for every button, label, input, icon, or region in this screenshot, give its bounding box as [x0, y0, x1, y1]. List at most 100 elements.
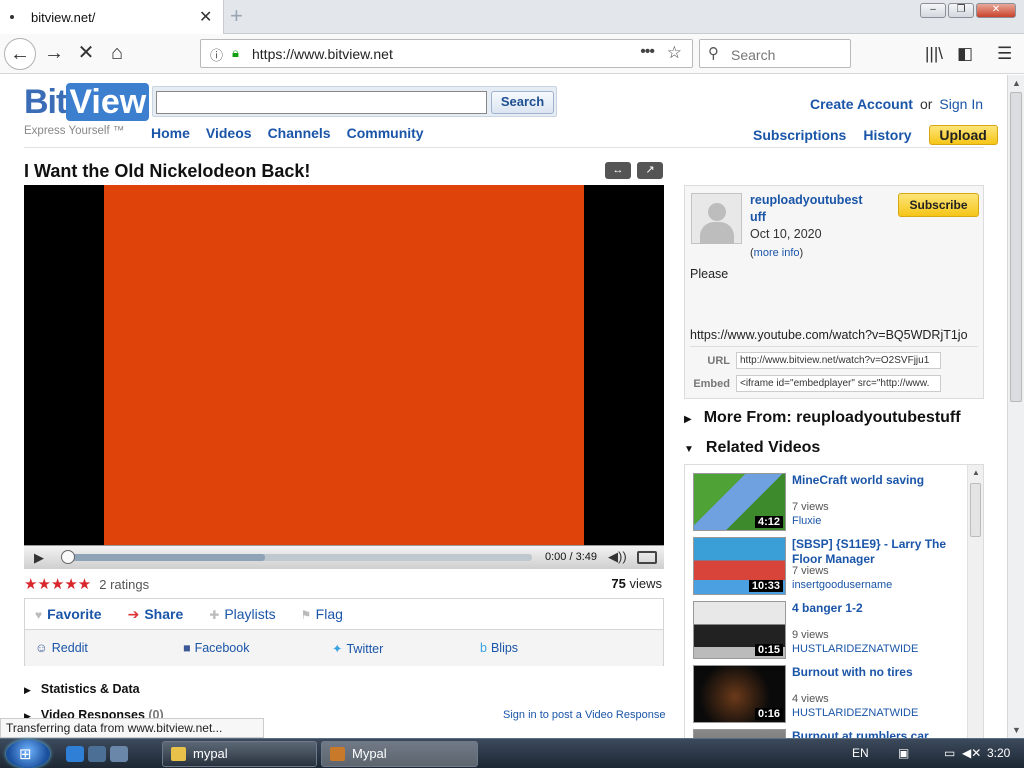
- close-tab-icon[interactable]: ✕: [199, 7, 212, 27]
- embed-field[interactable]: <iframe id="embedplayer" src="http://www…: [736, 375, 941, 392]
- new-tab-icon[interactable]: +: [230, 3, 243, 29]
- history-link[interactable]: History: [863, 127, 911, 143]
- page-scroll-thumb[interactable]: [1010, 92, 1022, 402]
- scroll-down-icon[interactable]: ▼: [1012, 725, 1021, 735]
- home-icon[interactable]: ⌂: [101, 38, 133, 70]
- sign-in-response-link[interactable]: Sign in to post a Video Response: [503, 709, 665, 721]
- video-player[interactable]: ▶ 0:00 / 3:49 ◀)): [24, 185, 664, 569]
- scroll-up-icon[interactable]: ▲: [1012, 78, 1021, 88]
- sidebar-icon[interactable]: ◧: [957, 44, 973, 64]
- site-search-button[interactable]: Search: [491, 91, 554, 114]
- share-blips[interactable]: b Blips: [480, 641, 518, 655]
- tray-display-icon[interactable]: ▭: [944, 746, 955, 760]
- bitview-logo[interactable]: BitView Express Yourself ™: [24, 83, 150, 137]
- ie-icon[interactable]: [66, 746, 84, 762]
- taskbar-item-mypal-folder[interactable]: mypal: [162, 741, 317, 767]
- rating-stars-icon[interactable]: ★★★★★: [24, 575, 91, 593]
- more-from-toggle[interactable]: ▶ More From: reuploadyoutubestuff: [684, 409, 961, 427]
- related-title[interactable]: [SBSP] {S11E9} - Larry The Floor Manager: [792, 537, 962, 567]
- more-info-link[interactable]: more info: [754, 247, 800, 259]
- library-icon[interactable]: |||\: [925, 44, 943, 64]
- nav-videos[interactable]: Videos: [206, 125, 252, 141]
- list-item[interactable]: 4:12 MineCraft world saving 7 views Flux…: [693, 473, 963, 531]
- tray-network-icon[interactable]: ▣: [898, 746, 909, 760]
- address-bar[interactable]: ⓘ 🔒︎ https://www.bitview.net ••• ☆: [200, 39, 693, 68]
- back-icon[interactable]: ←: [4, 38, 36, 70]
- share-facebook[interactable]: ■ Facebook: [183, 641, 249, 655]
- address-text[interactable]: https://www.bitview.net: [252, 46, 393, 62]
- share-twitter[interactable]: ✦ Twitter: [332, 641, 383, 656]
- bookmark-star-icon[interactable]: ☆: [667, 43, 682, 63]
- site-search-input[interactable]: [156, 91, 487, 114]
- wide-mode-icon[interactable]: ↔: [605, 162, 631, 179]
- list-item[interactable]: Burnout at rumblers car: [693, 729, 963, 738]
- video-thumbnail[interactable]: 0:15: [693, 601, 786, 659]
- video-thumbnail[interactable]: 4:12: [693, 473, 786, 531]
- video-thumbnail[interactable]: [693, 729, 786, 738]
- list-item[interactable]: 0:15 4 banger 1-2 9 views HUSTLARIDEZNAT…: [693, 601, 963, 659]
- video-frame[interactable]: [104, 185, 584, 545]
- related-author[interactable]: insertgoodusername: [792, 579, 892, 591]
- loading-indicator-icon: [10, 15, 14, 19]
- seek-bar[interactable]: [64, 554, 532, 561]
- volume-icon[interactable]: ◀)): [608, 549, 627, 565]
- main-nav: Home Videos Channels Community: [151, 125, 440, 141]
- uploader-link[interactable]: reuploadyoutubestuff: [750, 192, 868, 226]
- flag-button[interactable]: ⚑ Flag: [302, 606, 343, 622]
- popout-icon[interactable]: ↗: [637, 162, 663, 179]
- forward-icon[interactable]: →: [38, 38, 70, 70]
- create-account-link[interactable]: Create Account: [810, 96, 913, 112]
- seek-handle[interactable]: [61, 550, 75, 564]
- related-author[interactable]: HUSTLARIDEZNATWIDE: [792, 643, 918, 655]
- related-videos-toggle[interactable]: ▼ Related Videos: [684, 439, 820, 457]
- url-field[interactable]: http://www.bitview.net/watch?v=O2SVFjju1: [736, 352, 941, 369]
- language-indicator[interactable]: EN: [852, 746, 869, 760]
- related-title[interactable]: 4 banger 1-2: [792, 601, 962, 616]
- minimize-icon[interactable]: –: [920, 3, 946, 18]
- related-author[interactable]: Fluxie: [792, 515, 821, 527]
- browser-tab[interactable]: bitview.net/ ✕: [0, 0, 224, 34]
- related-author[interactable]: HUSTLARIDEZNATWIDE: [792, 707, 918, 719]
- list-item[interactable]: 10:33 [SBSP] {S11E9} - Larry The Floor M…: [693, 537, 963, 595]
- scroll-up-icon[interactable]: ▲: [972, 468, 980, 477]
- nav-channels[interactable]: Channels: [268, 125, 331, 141]
- play-icon[interactable]: ▶: [34, 550, 44, 566]
- nav-home[interactable]: Home: [151, 125, 190, 141]
- window-close-icon[interactable]: ✕: [976, 3, 1016, 18]
- playlists-button[interactable]: ✚ Playlists: [209, 606, 275, 622]
- restore-icon[interactable]: ❐: [948, 3, 974, 18]
- avatar[interactable]: [691, 193, 742, 244]
- subscriptions-link[interactable]: Subscriptions: [753, 127, 846, 143]
- reddit-label: Reddit: [51, 641, 88, 655]
- video-thumbnail[interactable]: 0:16: [693, 665, 786, 723]
- nav-community[interactable]: Community: [347, 125, 424, 141]
- clock[interactable]: 3:20: [987, 746, 1010, 760]
- favorite-button[interactable]: ♥ Favorite: [35, 606, 102, 622]
- desktop-icon[interactable]: [110, 746, 128, 762]
- taskbar-item-mypal-browser[interactable]: Mypal: [321, 741, 478, 767]
- related-scrollbar[interactable]: ▲: [967, 465, 983, 738]
- list-item[interactable]: 0:16 Burnout with no tires 4 views HUSTL…: [693, 665, 963, 723]
- share-button[interactable]: ➔ Share: [128, 606, 184, 623]
- upload-button[interactable]: Upload: [928, 125, 998, 145]
- start-button[interactable]: ⊞: [6, 740, 50, 768]
- subscribe-button[interactable]: Subscribe: [898, 193, 979, 217]
- sign-in-link[interactable]: Sign In: [939, 96, 983, 112]
- related-title[interactable]: Burnout at rumblers car: [792, 729, 962, 738]
- volume-muted-icon[interactable]: ◀✕: [962, 746, 981, 760]
- share-reddit[interactable]: ☺ Reddit: [35, 641, 88, 655]
- statistics-toggle[interactable]: ▶ Statistics & Data: [24, 682, 140, 696]
- site-info-icon[interactable]: ⓘ: [210, 45, 223, 64]
- page-actions-icon[interactable]: •••: [640, 43, 655, 61]
- page-scrollbar[interactable]: ▲ ▼: [1007, 75, 1024, 738]
- fullscreen-icon[interactable]: [637, 551, 657, 564]
- related-views: 7 views: [792, 501, 829, 513]
- video-thumbnail[interactable]: 10:33: [693, 537, 786, 595]
- related-scroll-thumb[interactable]: [970, 483, 981, 537]
- explorer-icon[interactable]: [88, 746, 106, 762]
- stop-icon[interactable]: ✕: [70, 38, 102, 70]
- related-title[interactable]: MineCraft world saving: [792, 473, 962, 488]
- related-title[interactable]: Burnout with no tires: [792, 665, 962, 680]
- browser-search-input[interactable]: ⚲ Search: [699, 39, 851, 68]
- menu-icon[interactable]: ☰: [997, 44, 1012, 64]
